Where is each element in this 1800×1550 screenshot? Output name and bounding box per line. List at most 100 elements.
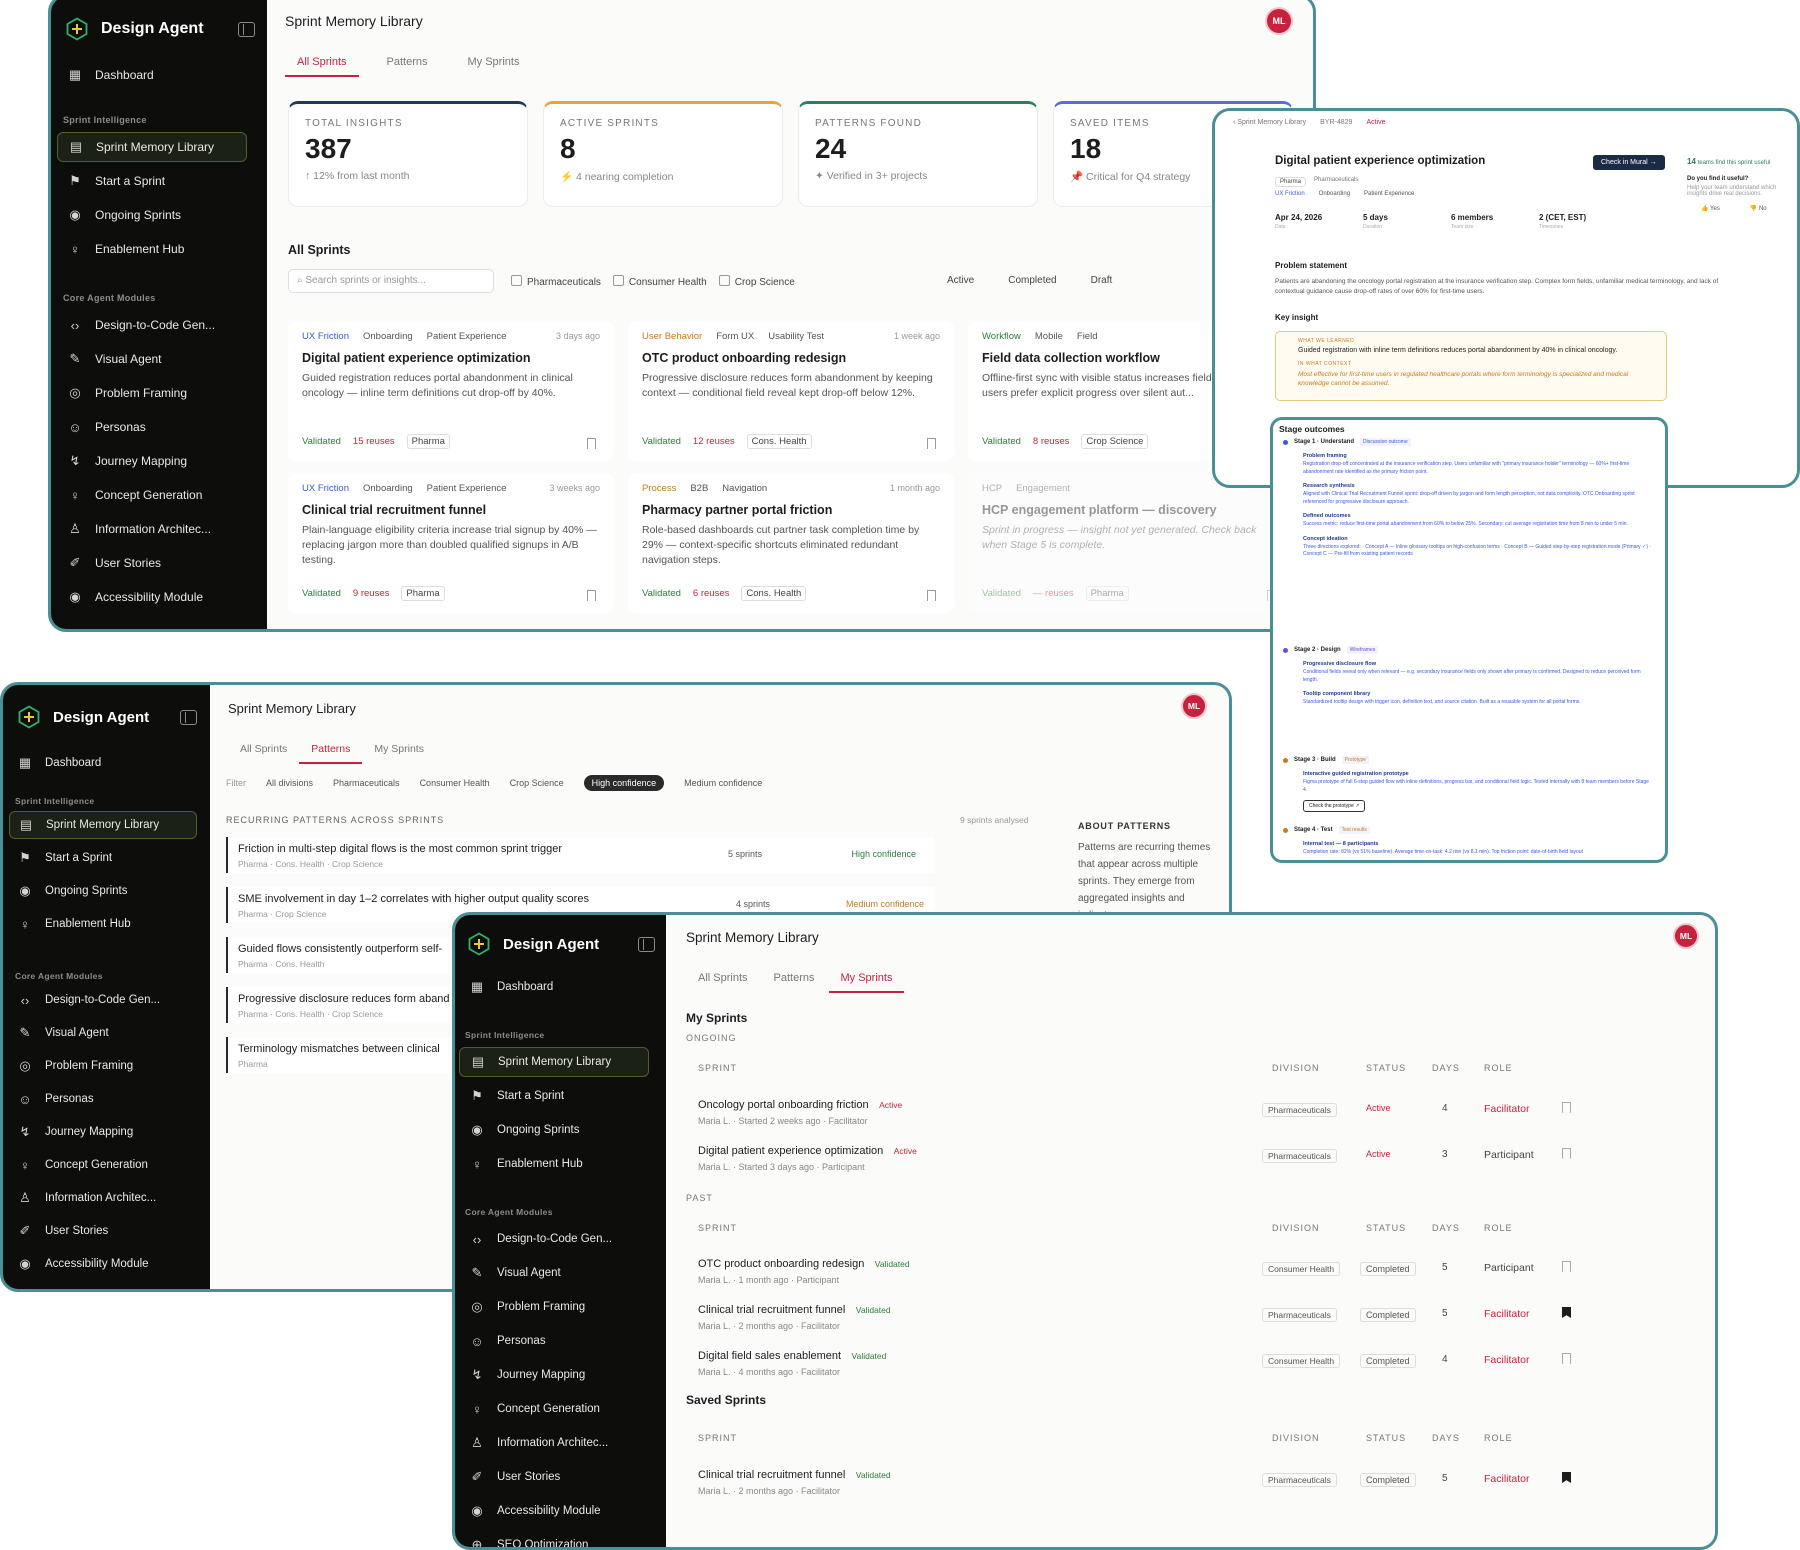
sidebar-item-information-architec[interactable]: ♙ Information Architec... bbox=[9, 1184, 197, 1212]
filter-all-divisions[interactable]: All divisions bbox=[266, 778, 313, 788]
sidebar-item-enablement-hub[interactable]: ♀ Enablement Hub bbox=[9, 910, 197, 938]
filter-consumer-health[interactable]: Consumer Health bbox=[612, 275, 707, 288]
tab-all-sprints[interactable]: All Sprints bbox=[240, 743, 287, 755]
sidebar-item-user-stories[interactable]: ✐ User Stories bbox=[9, 1217, 197, 1245]
sidebar-item-problem-framing[interactable]: ◎ Problem Framing bbox=[459, 1292, 649, 1322]
sidebar-item-information-architec[interactable]: ♙ Information Architec... bbox=[459, 1428, 649, 1458]
bookmark-icon[interactable] bbox=[587, 590, 596, 601]
tab-my-sprints[interactable]: My Sprints bbox=[374, 743, 424, 755]
bookmark-icon[interactable] bbox=[927, 590, 936, 601]
sidebar-item-start-a-sprint[interactable]: ⚑ Start a Sprint bbox=[459, 1081, 649, 1111]
sidebar-item-journey-mapping[interactable]: ↯ Journey Mapping bbox=[459, 1360, 649, 1390]
sidebar-item-concept-generation[interactable]: ♀ Concept Generation bbox=[459, 1394, 649, 1424]
status-draft[interactable]: Draft bbox=[1091, 275, 1113, 286]
pattern-item[interactable]: Guided flows consistently outperform sel… bbox=[226, 937, 486, 973]
bookmark-icon[interactable] bbox=[587, 438, 596, 449]
sidebar-item-visual-agent[interactable]: ✎ Visual Agent bbox=[459, 1258, 649, 1288]
no-button[interactable]: 👎 No bbox=[1750, 205, 1767, 212]
table-row[interactable]: Oncology portal onboarding friction Acti… bbox=[698, 1095, 1578, 1135]
status-active[interactable]: Active bbox=[947, 275, 974, 286]
filter-crop-science[interactable]: Crop Science bbox=[510, 778, 564, 788]
sidebar-item-design-to-code-gen[interactable]: ‹› Design-to-Code Gen... bbox=[9, 986, 197, 1014]
tab-all-sprints[interactable]: All Sprints bbox=[698, 972, 748, 984]
sidebar-item-start-a-sprint[interactable]: ⚑ Start a Sprint bbox=[57, 166, 247, 196]
avatar[interactable]: ML bbox=[1673, 923, 1699, 949]
check-in-mural-button[interactable]: Check in Mural → bbox=[1593, 155, 1665, 170]
sidebar-item-user-stories[interactable]: ✐ User Stories bbox=[57, 548, 247, 578]
sidebar-item-enablement-hub[interactable]: ♀ Enablement Hub bbox=[57, 234, 247, 264]
sidebar-item-problem-framing[interactable]: ◎ Problem Framing bbox=[9, 1052, 197, 1080]
table-row[interactable]: OTC product onboarding redesign Validate… bbox=[698, 1254, 1578, 1294]
sidebar-item-enablement-hub[interactable]: ♀ Enablement Hub bbox=[459, 1149, 649, 1179]
filter-consumer-health[interactable]: Consumer Health bbox=[420, 778, 490, 788]
tab-my-sprints[interactable]: My Sprints bbox=[468, 56, 520, 68]
sidebar-item-personas[interactable]: ☺ Personas bbox=[57, 412, 247, 442]
sidebar-item-concept-generation[interactable]: ♀ Concept Generation bbox=[57, 480, 247, 510]
sidebar-collapse-icon[interactable] bbox=[238, 21, 255, 37]
filter-crop-science[interactable]: Crop Science bbox=[718, 275, 795, 288]
tab-my-sprints[interactable]: My Sprints bbox=[828, 972, 905, 993]
bookmark-icon[interactable] bbox=[927, 438, 936, 449]
sidebar-item-journey-mapping[interactable]: ↯ Journey Mapping bbox=[9, 1118, 197, 1146]
table-row[interactable]: Digital patient experience optimization … bbox=[698, 1141, 1578, 1181]
stage-badge: Discussion outcome bbox=[1360, 438, 1411, 446]
sidebar-item-user-stories[interactable]: ✐ User Stories bbox=[459, 1462, 649, 1492]
sidebar-item-problem-framing[interactable]: ◎ Problem Framing bbox=[57, 378, 247, 408]
sidebar-item-journey-mapping[interactable]: ↯ Journey Mapping bbox=[57, 446, 247, 476]
filter-high-confidence[interactable]: High confidence bbox=[583, 775, 665, 791]
sidebar-item-sprint-memory-library[interactable]: ▤ Sprint Memory Library bbox=[459, 1047, 649, 1077]
sidebar-item-start-a-sprint[interactable]: ⚑ Start a Sprint bbox=[9, 844, 197, 872]
tab-patterns[interactable]: Patterns bbox=[774, 972, 815, 984]
sidebar-item-information-architec[interactable]: ♙ Information Architec... bbox=[57, 514, 247, 544]
stage-title: Stage 3 · Build bbox=[1294, 757, 1336, 763]
tab-all-sprints[interactable]: All Sprints bbox=[285, 56, 358, 77]
sprint-card[interactable]: UX Friction Onboarding Patient Experience 3… bbox=[288, 473, 614, 613]
yes-button[interactable]: 👍 Yes bbox=[1701, 205, 1720, 212]
filter-pharmaceuticals[interactable]: Pharmaceuticals bbox=[333, 778, 400, 788]
sidebar-item-personas[interactable]: ☺ Personas bbox=[9, 1085, 197, 1113]
breadcrumb-back[interactable]: ‹ Sprint Memory Library bbox=[1233, 119, 1306, 126]
sidebar-item-ongoing-sprints[interactable]: ◉ Ongoing Sprints bbox=[459, 1115, 649, 1145]
filter-pharmaceuticals[interactable]: Pharmaceuticals bbox=[511, 275, 601, 288]
sidebar-item-ongoing-sprints[interactable]: ◉ Ongoing Sprints bbox=[57, 200, 247, 230]
sidebar-item-personas[interactable]: ☺ Personas bbox=[459, 1326, 649, 1356]
sidebar-collapse-icon[interactable] bbox=[180, 709, 197, 725]
sidebar-item-concept-generation[interactable]: ♀ Concept Generation bbox=[9, 1151, 197, 1179]
table-row[interactable]: Clinical trial recruitment funnel Valida… bbox=[698, 1465, 1578, 1505]
stat-card-total-insights: TOTAL INSIGHTS 387 ↑ 12% from last month bbox=[288, 101, 528, 207]
sidebar-item-sprint-memory-library[interactable]: ▤ Sprint Memory Library bbox=[57, 132, 247, 162]
pattern-item[interactable]: Terminology mismatches between clinical P… bbox=[226, 1037, 486, 1073]
sidebar-item-label: Dashboard bbox=[95, 68, 154, 82]
sidebar-item-accessibility-module[interactable]: ◉ Accessibility Module bbox=[459, 1496, 649, 1526]
avatar[interactable]: ML bbox=[1181, 693, 1207, 719]
check-prototype-button[interactable]: Check the prototype ↗ bbox=[1303, 800, 1366, 812]
sidebar-item-dashboard[interactable]: ▦ Dashboard bbox=[9, 749, 197, 777]
search-input[interactable]: ⌕ Search sprints or insights... bbox=[288, 269, 494, 293]
sidebar-item-dashboard[interactable]: ▦ Dashboard bbox=[459, 972, 649, 1002]
sprint-card[interactable]: HCP Engagement HCP engagement platform — d… bbox=[968, 473, 1294, 613]
sidebar-item-accessibility-module[interactable]: ◉ Accessibility Module bbox=[57, 582, 247, 612]
sidebar-item-ongoing-sprints[interactable]: ◉ Ongoing Sprints bbox=[9, 877, 197, 905]
sidebar-item-design-to-code-gen[interactable]: ‹› Design-to-Code Gen... bbox=[57, 310, 247, 340]
table-row[interactable]: Digital field sales enablement Validated… bbox=[698, 1346, 1578, 1386]
sidebar-item-accessibility-module[interactable]: ◉ Accessibility Module bbox=[9, 1250, 197, 1278]
sidebar-item-visual-agent[interactable]: ✎ Visual Agent bbox=[9, 1019, 197, 1047]
avatar[interactable]: ML bbox=[1265, 7, 1293, 35]
sidebar-item-visual-agent[interactable]: ✎ Visual Agent bbox=[57, 344, 247, 374]
status-completed[interactable]: Completed bbox=[1008, 275, 1056, 286]
sidebar-item-design-to-code-gen[interactable]: ‹› Design-to-Code Gen... bbox=[459, 1224, 649, 1254]
sidebar-collapse-icon[interactable] bbox=[638, 936, 655, 952]
sprint-card[interactable]: User Behavior Form UX Usability Test 1 week… bbox=[628, 321, 954, 461]
tab-patterns[interactable]: Patterns bbox=[387, 56, 428, 68]
tab-patterns[interactable]: Patterns bbox=[299, 743, 363, 764]
pattern-item[interactable]: Progressive disclosure reduces form aban… bbox=[226, 987, 486, 1023]
sidebar-item-dashboard[interactable]: ▦ Dashboard bbox=[57, 60, 247, 90]
sidebar-item-sprint-memory-library[interactable]: ▤ Sprint Memory Library bbox=[9, 811, 197, 839]
sprint-card[interactable]: UX Friction Onboarding Patient Experience 3… bbox=[288, 321, 614, 461]
sidebar-item-seo-optimization[interactable]: ⊕ SEO Optimization bbox=[459, 1530, 649, 1547]
topic-tag: UX Friction bbox=[1275, 191, 1305, 197]
pattern-item[interactable]: Friction in multi-step digital flows is … bbox=[226, 837, 934, 873]
table-row[interactable]: Clinical trial recruitment funnel Valida… bbox=[698, 1300, 1578, 1340]
filter-medium-confidence[interactable]: Medium confidence bbox=[684, 778, 762, 788]
sprint-card[interactable]: Process B2B Navigation 1 month ago Pharmacy … bbox=[628, 473, 954, 613]
